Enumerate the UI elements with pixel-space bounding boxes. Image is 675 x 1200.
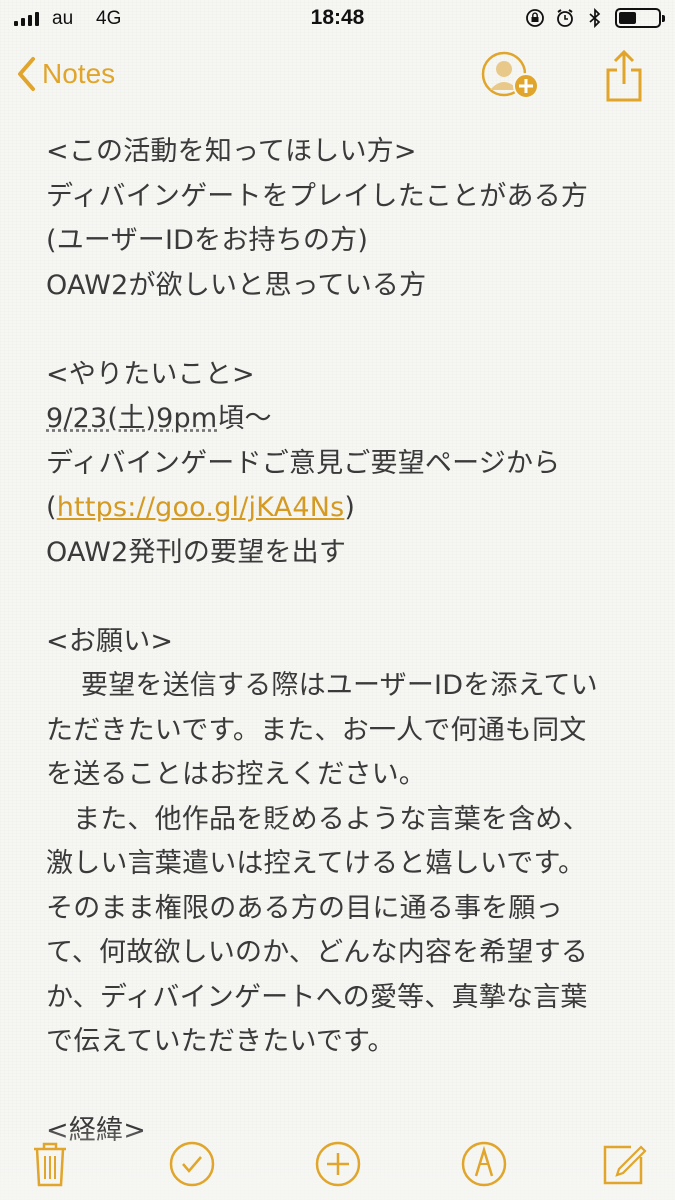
checklist-button[interactable] [166,1138,218,1190]
note-line: ディバインゲードご意見ご要望ページから [46,447,561,479]
note-line: か、ディバインゲートへの愛等、真摯な言葉 [46,981,588,1013]
note-line: を送ることはお控えください。 [46,759,426,790]
date-detected-text[interactable]: 9/23(土)9pm [46,403,217,434]
note-body[interactable]: <この活動を知ってほしい方> ディバインゲートをプレイしたことがある方 (ユーザ… [46,130,646,1154]
note-line: て、何故欲しいのか、どんな内容を希望する [46,937,589,968]
rotation-lock-icon [525,8,545,28]
chevron-left-icon [18,57,35,91]
battery-level [619,12,637,24]
note-text: 頃〜 [217,403,272,434]
note-line: (https://goo.gl/jKA4Ns) [46,486,646,531]
add-attachment-button[interactable] [312,1138,364,1190]
note-line: (ユーザーIDをお持ちの方) [46,225,369,256]
status-icons [525,8,665,28]
note-line: <お願い> [46,625,174,657]
back-label: Notes [42,58,116,89]
note-line: で伝えていただきたいです。 [46,1026,395,1057]
share-button[interactable] [604,48,644,104]
bottom-toolbar [0,1130,675,1200]
note-line: そのまま権限のある方の目に通る事を願っ [46,892,563,924]
navigation-bar: Notes [0,38,675,114]
note-line: 要望を送信する際はユーザーIDを添えてい [81,670,598,701]
add-person-button[interactable] [480,50,542,104]
note-line: <やりたいこと> [46,358,255,390]
add-person-icon [481,51,539,99]
note-text: ) [344,492,356,523]
note-line: OAW2が欲しいと思っている方 [46,269,427,301]
note-line: OAW2発刊の要望を出す [46,536,347,568]
compose-button[interactable] [598,1138,650,1190]
note-line: <この活動を知ってほしい方> [46,136,417,167]
sketch-button[interactable] [458,1138,510,1190]
note-text: ( [46,492,57,523]
url-link[interactable]: https://goo.gl/jKA4Ns [57,492,345,523]
note-line: ディバインゲートをプレイしたことがある方 [46,180,589,212]
note-line: 激しい言葉遣いは控えてけると嬉しいです。 [46,848,586,879]
back-button[interactable]: Notes [16,56,115,92]
checklist-icon [169,1141,215,1187]
battery-icon [615,8,665,28]
bluetooth-icon [585,8,605,28]
trash-icon [34,1142,66,1187]
share-icon [606,49,642,102]
note-line: ただきたいです。また、お一人で何通も同文 [46,714,587,746]
note-line: 9/23(土)9pm頃〜 [46,397,646,442]
note-line: また、他作品を貶めるような言葉を含め、 [73,803,590,835]
sketch-icon [461,1141,507,1187]
add-icon [315,1141,361,1187]
status-bar: au 4G 18:48 [0,0,675,38]
alarm-icon [555,8,575,28]
delete-button[interactable] [24,1138,76,1190]
compose-icon [603,1145,647,1185]
